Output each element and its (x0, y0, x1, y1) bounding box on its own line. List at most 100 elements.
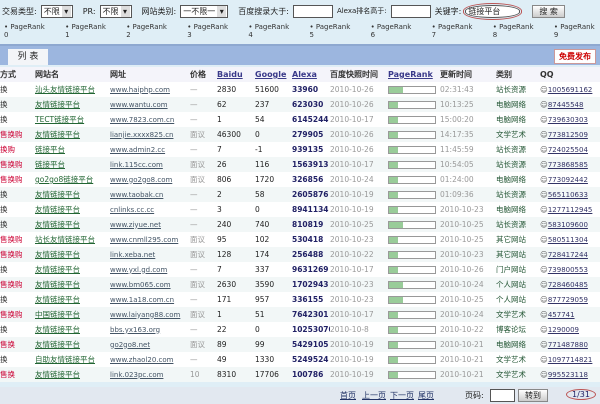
cell-url[interactable]: www.cnmll295.com (110, 232, 190, 247)
qq-link[interactable]: 728417244 (548, 251, 588, 259)
cell-url[interactable]: www.laiyang88.com (110, 307, 190, 322)
pagerank-bar-fill (389, 177, 398, 183)
cell-url[interactable]: link.xeba.net (110, 247, 190, 262)
cell-site-name[interactable]: 友情链接平台 (35, 127, 110, 142)
cell-site-name[interactable]: 友情链接平台 (35, 277, 110, 292)
qq-link[interactable]: 995523118 (548, 371, 588, 379)
pagerank-link[interactable]: • PageRank 7 (432, 23, 478, 39)
cell-url[interactable]: cnlinks.cc.cc (110, 202, 190, 217)
cell-url[interactable]: www.7823.com.cn (110, 112, 190, 127)
cell-url[interactable]: lianjie.xxxx825.cn (110, 127, 190, 142)
qq-link[interactable]: 583109600 (548, 221, 588, 229)
header-google[interactable]: Google (255, 67, 292, 82)
search-button[interactable]: 搜 索 (532, 5, 565, 18)
qq-link[interactable]: 773092442 (548, 176, 588, 184)
page-input[interactable] (490, 389, 515, 402)
cell-site-name[interactable]: 友情链接平台 (35, 97, 110, 112)
cell-site-name[interactable]: 友情链接平台 (35, 187, 110, 202)
qq-link[interactable]: 724025504 (548, 146, 588, 154)
cell-site-name[interactable]: 自助友情链接平台 (35, 352, 110, 367)
pr-select[interactable]: 不限 (100, 5, 132, 18)
cell-site-name[interactable]: 链接平台 (35, 157, 110, 172)
cell-url[interactable]: www.ziyue.net (110, 217, 190, 232)
trade-type-select[interactable]: 不限 (41, 5, 73, 18)
header-baidu[interactable]: Baidu (217, 67, 255, 82)
cell-site-name[interactable]: 链接平台 (35, 142, 110, 157)
cell-site-name[interactable]: 友情链接平台 (35, 337, 110, 352)
cell-alexa: 326856 (292, 172, 330, 187)
prev-page-link[interactable]: 上一页 (362, 390, 386, 401)
free-publish-button[interactable]: 免费发布 (554, 49, 596, 64)
cell-site-name[interactable]: 友情链接平台 (35, 322, 110, 337)
cell-site-name[interactable]: 友情链接平台 (35, 292, 110, 307)
cell-alexa: 5249524 (292, 352, 330, 367)
cell-site-name[interactable]: 友情链接平台 (35, 247, 110, 262)
last-page-link[interactable]: 尾页 (418, 390, 434, 401)
cell-site-name[interactable]: go2go8链接平台 (35, 172, 110, 187)
cell-url[interactable]: link.115cc.com (110, 157, 190, 172)
cell-site-name[interactable]: 友情链接平台 (35, 262, 110, 277)
qq-link[interactable]: 773812509 (548, 131, 588, 139)
cell-mode: 售换购 (0, 307, 35, 322)
table-row: 换友情链接平台bbs.yx163.org—220102530702010-10-… (0, 322, 600, 337)
cell-url[interactable]: www.admin2.cc (110, 142, 190, 157)
cell-url[interactable]: go2go8.net (110, 337, 190, 352)
qq-link[interactable]: 1005691162 (548, 86, 593, 94)
cell-category: 文学艺术 (496, 367, 540, 382)
pagerank-bar-fill (389, 282, 403, 288)
cell-url[interactable]: www.yxl.gd.com (110, 262, 190, 277)
cell-site-name[interactable]: 友情链接平台 (35, 217, 110, 232)
qq-link[interactable]: 1097714821 (548, 356, 593, 364)
next-page-link[interactable]: 下一页 (390, 390, 414, 401)
cell-url[interactable]: www.haiphp.com (110, 82, 190, 97)
category-select[interactable]: 一不限一 (180, 5, 228, 18)
pagerank-link[interactable]: • PageRank 4 (248, 23, 294, 39)
pagerank-link[interactable]: • PageRank 6 (371, 23, 417, 39)
qq-link[interactable]: 739630303 (548, 116, 588, 124)
cell-site-name[interactable]: 友情链接平台 (35, 202, 110, 217)
qq-link[interactable]: 565110633 (548, 191, 588, 199)
cell-url[interactable]: link.023pc.com (110, 367, 190, 382)
alexa-input[interactable] (391, 5, 431, 18)
pagerank-bar (388, 86, 436, 94)
cell-url[interactable]: www.bm065.com (110, 277, 190, 292)
pagerank-link[interactable]: • PageRank 2 (126, 23, 172, 39)
baidu-input[interactable] (293, 5, 333, 18)
cell-site-name[interactable]: 中国链接平台 (35, 307, 110, 322)
qq-link[interactable]: 1277112945 (548, 206, 593, 214)
cell-site-name[interactable]: 站长友情链接平台 (35, 232, 110, 247)
keyword-input[interactable]: 链接平台 (465, 5, 520, 18)
cell-site-name[interactable]: TECT链接平台 (35, 112, 110, 127)
qq-link[interactable]: 457741 (548, 311, 575, 319)
cell-url[interactable]: www.zhaol20.com (110, 352, 190, 367)
cell-site-name[interactable]: 友情链接平台 (35, 367, 110, 382)
pagerank-link[interactable]: • PageRank 1 (65, 23, 111, 39)
table-row: 换友情链接平台www.1a18.com.cn—1719573361552010-… (0, 292, 600, 307)
pagerank-link[interactable]: • PageRank 9 (554, 23, 600, 39)
qq-link[interactable]: 1290009 (548, 326, 579, 334)
first-page-link[interactable]: 首页 (340, 390, 356, 401)
cell-url[interactable]: www.1a18.com.cn (110, 292, 190, 307)
qq-link[interactable]: 87445548 (548, 101, 584, 109)
qq-link[interactable]: 728460485 (548, 281, 588, 289)
qq-link[interactable]: 739800553 (548, 266, 588, 274)
qq-link[interactable]: 580511304 (548, 236, 588, 244)
cell-url[interactable]: www.wantu.com (110, 97, 190, 112)
cell-site-name[interactable]: 汕头友情链接平台 (35, 82, 110, 97)
pagerank-link[interactable]: • PageRank 3 (187, 23, 233, 39)
pagerank-link[interactable]: • PageRank 8 (493, 23, 539, 39)
qq-link[interactable]: 877729059 (548, 296, 588, 304)
qq-link[interactable]: 771487880 (548, 341, 588, 349)
cell-url[interactable]: bbs.yx163.org (110, 322, 190, 337)
cell-url[interactable]: www.taobak.cn (110, 187, 190, 202)
cell-baidu: 2 (217, 187, 255, 202)
cell-qq: ☺739800553 (540, 262, 600, 277)
cell-url[interactable]: www.go2go8.com (110, 172, 190, 187)
pagerank-link[interactable]: • PageRank 5 (309, 23, 355, 39)
go-button[interactable]: 转到 (518, 389, 548, 402)
pagerank-link[interactable]: • PageRank 0 (4, 23, 50, 39)
header-pagerank[interactable]: PageRank (388, 67, 440, 82)
header-alexa[interactable]: Alexa (292, 67, 330, 82)
tab-list[interactable]: 列 表 (8, 49, 48, 65)
qq-link[interactable]: 773868585 (548, 161, 588, 169)
